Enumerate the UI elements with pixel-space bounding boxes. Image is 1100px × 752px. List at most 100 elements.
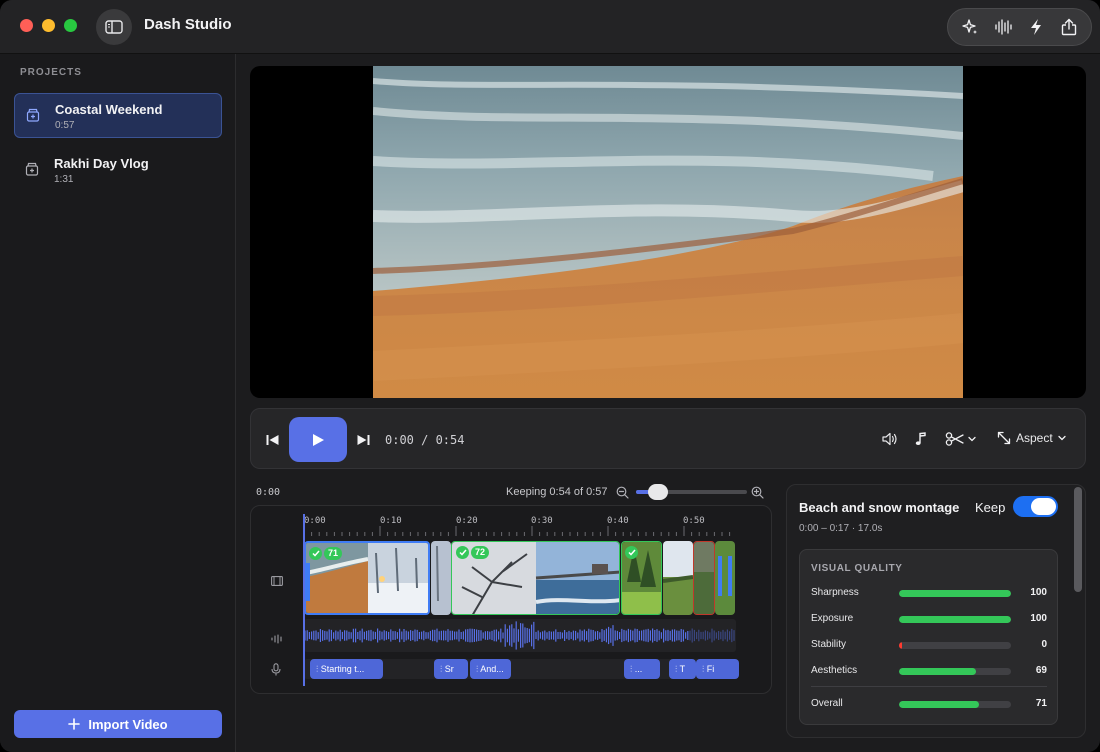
keeping-summary: Keeping 0:54 of 0:57 (506, 486, 608, 498)
caption-text: Starting t... (320, 664, 365, 674)
ruler-label: 0:40 (607, 516, 629, 526)
audio-analysis-button[interactable] (990, 14, 1016, 40)
minimize-window-button[interactable] (42, 19, 55, 32)
metric-label: Aesthetics (811, 665, 858, 676)
share-icon (1061, 18, 1076, 36)
metric-value: 0 (1041, 639, 1047, 650)
clip-beach-snow[interactable]: 71 (304, 541, 430, 615)
caption-text: Fi (706, 664, 715, 674)
speaker-icon (881, 432, 897, 446)
clip-title: Beach and snow montage (799, 500, 960, 515)
playhead[interactable] (303, 514, 305, 686)
zoom-out-button[interactable] (616, 486, 629, 504)
bolt-icon (1030, 19, 1041, 35)
metric-bar-fill (899, 642, 903, 649)
projects-heading: PROJECTS (20, 67, 82, 78)
clip-thumbnail (694, 542, 714, 614)
ruler-label: 0:30 (531, 516, 553, 526)
close-window-button[interactable] (20, 19, 33, 32)
caption-chip[interactable]: ⫶ And... (470, 659, 511, 679)
kept-check-icon (456, 546, 469, 559)
metric-bar-fill (899, 590, 1011, 597)
video-track-icon (271, 573, 283, 591)
caption-chip[interactable]: ⫶ Fi (696, 659, 739, 679)
zoom-in-button[interactable] (751, 486, 764, 504)
clip-forest[interactable] (621, 541, 662, 615)
keep-toggle[interactable] (1013, 496, 1058, 517)
metric-aesthetics: Aesthetics 69 (811, 664, 1047, 678)
divider (811, 686, 1047, 687)
ruler-label: 0:00 (304, 516, 326, 526)
playback-controls: 0:00 / 0:54 Aspect (250, 408, 1086, 469)
project-name: Coastal Weekend (55, 102, 163, 117)
music-button[interactable] (913, 431, 929, 447)
details-scrollbar[interactable] (1074, 487, 1082, 592)
share-button[interactable] (1056, 14, 1082, 40)
metric-value: 100 (1030, 613, 1047, 624)
caption-text: T (679, 664, 686, 674)
title-bar: Dash Studio (0, 0, 1100, 54)
video-preview[interactable] (250, 66, 1086, 398)
clip-range: 0:00 – 0:17 · 17.0s (799, 523, 883, 534)
caption-chip[interactable]: ⫶ T (669, 659, 696, 679)
project-item-rakhi-day-vlog[interactable]: Rakhi Day Vlog 1:31 (14, 148, 222, 193)
clip-details-panel: Beach and snow montage Keep 0:00 – 0:17 … (786, 484, 1086, 738)
project-icon (25, 162, 39, 176)
sidebar-icon (105, 20, 123, 34)
app-title: Dash Studio (144, 16, 232, 33)
skip-back-icon (266, 435, 278, 445)
skip-back-button[interactable] (265, 433, 279, 447)
skip-forward-icon (357, 435, 369, 445)
sidebar-toggle-button[interactable] (96, 9, 132, 45)
clip-green-tail[interactable] (715, 541, 735, 615)
aspect-menu-button[interactable]: Aspect (997, 431, 1066, 445)
audio-waveform[interactable] (304, 619, 736, 652)
project-icon (26, 108, 40, 122)
metric-bar-track (899, 701, 1011, 708)
clip-thumbnail (431, 541, 451, 615)
aspect-label: Aspect (1016, 431, 1053, 445)
ruler-label: 0:20 (456, 516, 478, 526)
plus-icon (68, 718, 81, 730)
trim-menu-button[interactable] (943, 430, 977, 448)
metric-value: 100 (1030, 587, 1047, 598)
ai-sparkle-button[interactable] (957, 14, 983, 40)
skip-forward-button[interactable] (356, 433, 370, 447)
caption-chip[interactable]: ⫶ Sr (434, 659, 468, 679)
zoom-out-icon (616, 486, 629, 499)
chevron-down-icon (967, 436, 976, 442)
kept-check-icon (625, 546, 638, 559)
project-name: Rakhi Day Vlog (54, 156, 149, 171)
project-duration: 1:31 (54, 174, 74, 185)
microphone-icon (271, 663, 281, 681)
metric-bar-fill (899, 616, 1011, 623)
metric-label: Stability (811, 639, 847, 650)
play-button[interactable] (289, 417, 347, 462)
waveform-icon (995, 19, 1012, 35)
resize-arrows-icon (997, 431, 1011, 445)
keep-label: Keep (975, 500, 1006, 515)
metric-bar-track (899, 668, 1011, 675)
clip-tree-pier[interactable]: 72 (451, 541, 620, 615)
zoom-slider-knob[interactable] (648, 484, 668, 500)
volume-button[interactable] (881, 431, 899, 447)
visual-quality-card: VISUAL QUALITY Sharpness 100 Exposure 10… (799, 549, 1058, 725)
caption-text: ... (634, 664, 643, 674)
clip-field[interactable] (663, 541, 693, 615)
metric-label: Exposure (811, 613, 854, 624)
project-duration: 0:57 (55, 120, 75, 131)
caption-chip[interactable]: ⫶ ... (624, 659, 660, 679)
project-item-coastal-weekend[interactable]: Coastal Weekend 0:57 (14, 93, 222, 138)
quick-edit-button[interactable] (1023, 14, 1049, 40)
clip-rejected[interactable] (693, 541, 715, 615)
chevron-down-icon (1058, 435, 1066, 441)
import-video-button[interactable]: Import Video (14, 710, 222, 738)
caption-chip[interactable]: ⫶ Starting t... (310, 659, 383, 679)
kept-check-icon (309, 547, 322, 560)
zoom-window-button[interactable] (64, 19, 77, 32)
time-ruler[interactable] (304, 526, 736, 536)
timeline-current-time: 0:00 (256, 487, 281, 498)
clip-snow-narrow[interactable] (431, 541, 451, 615)
timeline-panel: 0:00 0:10 0:20 0:30 0:40 0:50 71 72 ⫶ St… (250, 505, 772, 694)
caption-text: And... (480, 664, 504, 674)
